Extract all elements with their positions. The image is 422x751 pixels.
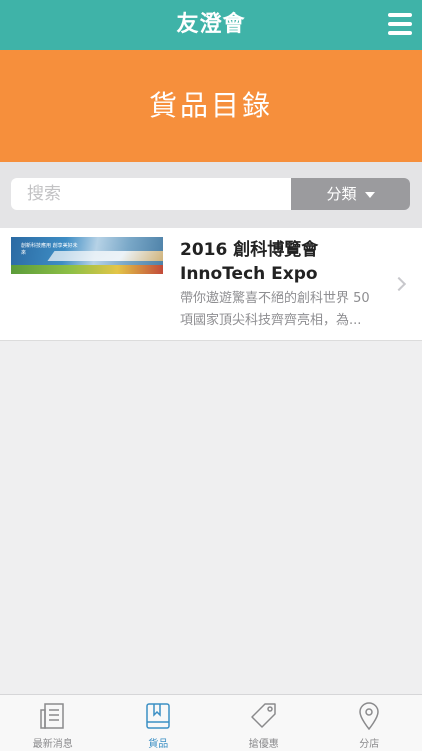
- tab-products[interactable]: 貨品: [106, 695, 212, 751]
- top-bar: 友澄會: [0, 0, 422, 50]
- search-bar: 搜索 分類: [0, 162, 422, 228]
- search-input[interactable]: 搜索: [11, 178, 291, 210]
- category-button[interactable]: 分類: [291, 178, 410, 210]
- page-heading: 貨品目錄: [0, 50, 422, 162]
- product-thumbnail: 創新科技應用 創享美好未來: [11, 237, 163, 274]
- tab-label: 貨品: [106, 735, 212, 750]
- caret-down-icon: [365, 192, 375, 198]
- tab-deals[interactable]: 搶優惠: [211, 695, 317, 751]
- tab-label: 最新消息: [0, 735, 106, 750]
- tab-news[interactable]: 最新消息: [0, 695, 106, 751]
- hamburger-menu-icon[interactable]: [388, 13, 412, 35]
- tab-bar: 最新消息 貨品 搶優惠 分店: [0, 694, 422, 751]
- tab-label: 搶優惠: [211, 735, 317, 750]
- tab-stores[interactable]: 分店: [317, 695, 422, 751]
- tag-icon: [250, 701, 278, 731]
- product-description: 帶你遨遊驚喜不絕的創科世界 50項國家頂尖科技齊齊亮相，為...: [180, 288, 380, 332]
- category-label: 分類: [326, 185, 356, 203]
- chevron-right-icon: [392, 277, 406, 291]
- product-list: 創新科技應用 創享美好未來 2016 創科博覽會 InnoTech Expo 帶…: [0, 228, 422, 341]
- page-banner: 貨品目錄: [0, 50, 422, 162]
- product-title: 2016 創科博覽會 InnoTech Expo: [180, 238, 380, 286]
- newspaper-icon: [39, 701, 67, 731]
- book-icon: [144, 701, 172, 731]
- app-title: 友澄會: [0, 0, 422, 50]
- location-pin-icon: [355, 701, 383, 731]
- thumbnail-text: 創新科技應用 創享美好未來: [21, 243, 81, 257]
- list-item[interactable]: 創新科技應用 創享美好未來 2016 創科博覽會 InnoTech Expo 帶…: [0, 228, 422, 341]
- tab-label: 分店: [317, 735, 422, 750]
